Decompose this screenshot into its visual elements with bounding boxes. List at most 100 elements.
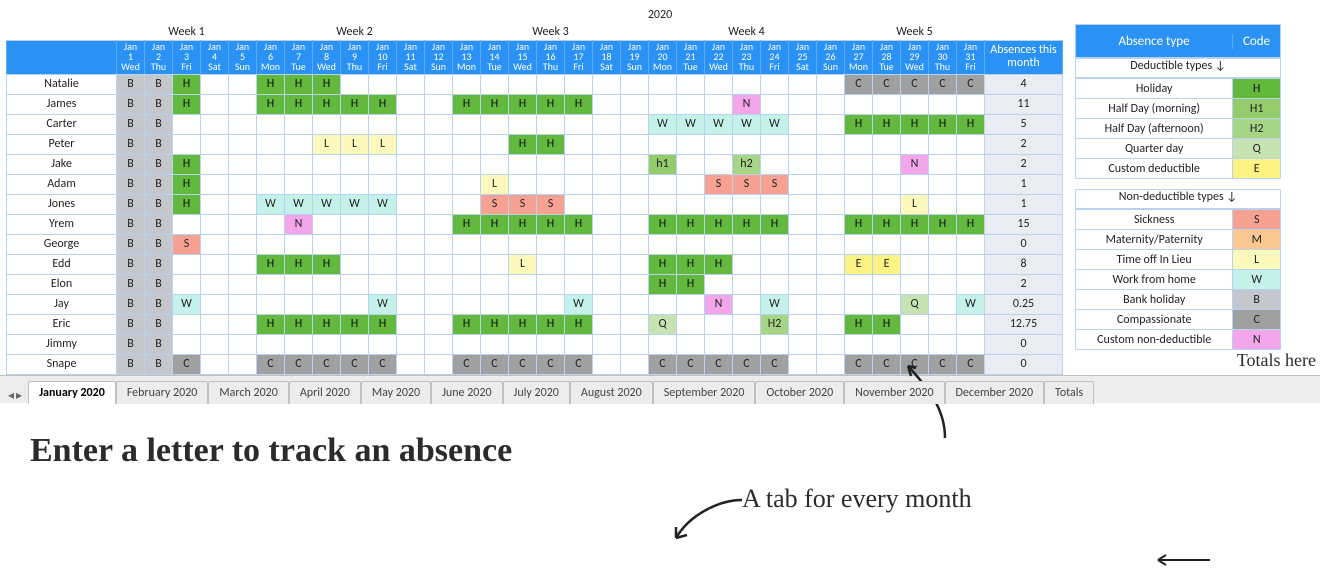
absence-cell[interactable] <box>621 114 649 134</box>
absence-cell[interactable] <box>229 294 257 314</box>
absence-cell[interactable] <box>817 314 845 334</box>
absence-cell[interactable] <box>789 354 817 374</box>
absence-cell[interactable] <box>957 334 985 354</box>
absence-cell[interactable]: W <box>677 114 705 134</box>
absence-cell[interactable] <box>957 94 985 114</box>
absence-cell[interactable] <box>929 294 957 314</box>
absence-cell[interactable] <box>873 234 901 254</box>
absence-cell[interactable]: S <box>173 234 201 254</box>
absence-cell[interactable]: H <box>649 274 677 294</box>
absence-cell[interactable] <box>453 154 481 174</box>
absence-cell[interactable]: C <box>705 354 733 374</box>
absence-cell[interactable] <box>229 174 257 194</box>
sheet-tab[interactable]: November 2020 <box>844 381 944 404</box>
absence-cell[interactable] <box>313 294 341 314</box>
absence-cell[interactable] <box>537 174 565 194</box>
absence-cell[interactable] <box>649 134 677 154</box>
absence-cell[interactable] <box>453 234 481 254</box>
absence-cell[interactable]: C <box>873 354 901 374</box>
absence-cell[interactable] <box>677 74 705 94</box>
absence-cell[interactable]: H <box>257 314 285 334</box>
absence-cell[interactable] <box>901 234 929 254</box>
absence-cell[interactable] <box>677 294 705 314</box>
absence-cell[interactable]: W <box>173 294 201 314</box>
absence-cell[interactable]: B <box>117 354 145 374</box>
absence-cell[interactable]: B <box>117 274 145 294</box>
absence-cell[interactable]: H <box>957 214 985 234</box>
absence-cell[interactable] <box>285 274 313 294</box>
absence-cell[interactable] <box>705 334 733 354</box>
absence-cell[interactable]: B <box>145 194 173 214</box>
absence-cell[interactable]: C <box>761 354 789 374</box>
absence-cell[interactable] <box>229 194 257 214</box>
absence-cell[interactable]: C <box>901 74 929 94</box>
absence-cell[interactable] <box>621 334 649 354</box>
absence-cell[interactable] <box>341 174 369 194</box>
absence-cell[interactable] <box>453 254 481 274</box>
absence-cell[interactable] <box>201 234 229 254</box>
absence-cell[interactable] <box>341 254 369 274</box>
absence-cell[interactable] <box>565 134 593 154</box>
absence-cell[interactable] <box>257 334 285 354</box>
absence-cell[interactable] <box>621 74 649 94</box>
absence-cell[interactable]: S <box>537 194 565 214</box>
absence-cell[interactable] <box>453 74 481 94</box>
absence-cell[interactable] <box>453 294 481 314</box>
absence-cell[interactable] <box>425 294 453 314</box>
absence-cell[interactable] <box>285 234 313 254</box>
absence-cell[interactable]: C <box>929 74 957 94</box>
absence-cell[interactable] <box>257 114 285 134</box>
absence-cell[interactable] <box>957 254 985 274</box>
absence-cell[interactable] <box>229 94 257 114</box>
absence-cell[interactable] <box>537 334 565 354</box>
absence-cell[interactable] <box>453 274 481 294</box>
absence-cell[interactable] <box>173 274 201 294</box>
absence-cell[interactable]: H <box>845 114 873 134</box>
absence-cell[interactable] <box>201 114 229 134</box>
absence-cell[interactable]: L <box>341 134 369 154</box>
absence-cell[interactable] <box>873 174 901 194</box>
absence-cell[interactable]: W <box>649 114 677 134</box>
absence-cell[interactable]: H <box>313 254 341 274</box>
absence-cell[interactable] <box>285 114 313 134</box>
absence-cell[interactable]: C <box>649 354 677 374</box>
absence-cell[interactable] <box>789 214 817 234</box>
absence-cell[interactable]: H <box>369 314 397 334</box>
absence-cell[interactable] <box>397 154 425 174</box>
absence-cell[interactable]: B <box>117 94 145 114</box>
absence-cell[interactable]: C <box>481 354 509 374</box>
absence-cell[interactable] <box>341 294 369 314</box>
absence-cell[interactable]: H <box>509 314 537 334</box>
absence-cell[interactable] <box>229 74 257 94</box>
absence-cell[interactable]: H <box>537 314 565 334</box>
sheet-tabs[interactable]: ◂ ▸ January 2020February 2020March 2020A… <box>0 375 1320 403</box>
absence-cell[interactable] <box>957 194 985 214</box>
absence-cell[interactable] <box>593 274 621 294</box>
absence-cell[interactable] <box>397 194 425 214</box>
absence-cell[interactable] <box>929 254 957 274</box>
absence-cell[interactable] <box>537 254 565 274</box>
absence-cell[interactable] <box>789 334 817 354</box>
absence-cell[interactable] <box>285 154 313 174</box>
absence-cell[interactable] <box>229 214 257 234</box>
absence-cell[interactable] <box>901 274 929 294</box>
absence-cell[interactable] <box>481 74 509 94</box>
absence-cell[interactable]: H2 <box>761 314 789 334</box>
absence-cell[interactable]: H <box>929 214 957 234</box>
absence-cell[interactable] <box>509 274 537 294</box>
absence-cell[interactable]: W <box>313 194 341 214</box>
absence-cell[interactable] <box>705 94 733 114</box>
absence-cell[interactable] <box>369 334 397 354</box>
absence-cell[interactable]: C <box>285 354 313 374</box>
absence-cell[interactable] <box>817 334 845 354</box>
absence-cell[interactable] <box>677 234 705 254</box>
absence-cell[interactable] <box>593 334 621 354</box>
absence-cell[interactable]: H <box>313 74 341 94</box>
absence-cell[interactable]: W <box>565 294 593 314</box>
absence-cell[interactable] <box>761 254 789 274</box>
absence-cell[interactable] <box>817 194 845 214</box>
absence-cell[interactable] <box>229 114 257 134</box>
absence-cell[interactable]: S <box>733 174 761 194</box>
absence-cell[interactable]: H <box>173 194 201 214</box>
absence-cell[interactable]: W <box>369 194 397 214</box>
